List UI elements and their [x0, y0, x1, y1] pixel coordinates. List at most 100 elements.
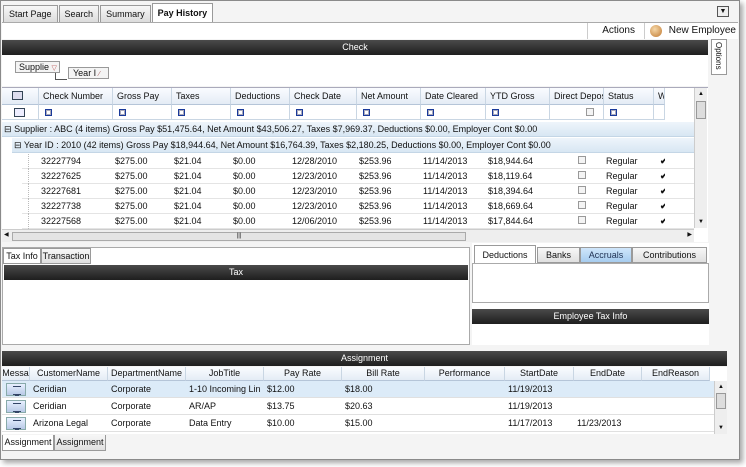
tab-deductions[interactable]: Deductions: [474, 245, 536, 264]
filter-operator-icon[interactable]: [427, 109, 434, 116]
filter-operator-icon[interactable]: [363, 109, 370, 116]
w2-checkmark[interactable]: ✔: [660, 202, 665, 211]
column-header[interactable]: EndDate: [574, 367, 642, 381]
filter-operator-icon[interactable]: [237, 109, 244, 116]
table-cell: 11/14/2013: [423, 201, 468, 211]
group-row-year[interactable]: ⊟ Year ID : 2010 (42 items) Gross Pay $1…: [12, 138, 694, 153]
vertical-scrollbar[interactable]: ▲ ▼: [694, 88, 707, 228]
filter-operator-icon[interactable]: [492, 109, 499, 116]
column-header[interactable]: Net Amount: [357, 88, 421, 105]
column-header[interactable]: Direct Deposit: [550, 88, 604, 105]
column-header[interactable]: Messa: [2, 367, 30, 381]
table-cell: [428, 400, 505, 413]
column-header[interactable]: Date Cleared: [421, 88, 486, 105]
table-cell: 11/14/2013: [423, 186, 468, 196]
message-icon[interactable]: [6, 400, 26, 413]
collapse-icon[interactable]: ⊟: [14, 140, 22, 150]
tab-search[interactable]: Search: [58, 5, 100, 22]
table-cell: 12/23/2010: [292, 171, 338, 181]
filter-cell[interactable]: [172, 105, 231, 120]
column-header[interactable]: Deductions: [231, 88, 290, 105]
filter-cell[interactable]: [604, 105, 654, 120]
table-cell: Regular: [606, 201, 638, 211]
table-cell: 32227738: [41, 201, 82, 211]
assignment-vertical-scrollbar[interactable]: ▲ ▼: [714, 381, 727, 434]
filter-cell[interactable]: [357, 105, 421, 120]
filter-operator-icon[interactable]: [296, 109, 303, 116]
filter-cell[interactable]: [654, 105, 665, 120]
w2-checkmark[interactable]: ✔: [660, 187, 665, 196]
filter-operator-icon[interactable]: [119, 109, 126, 116]
column-header[interactable]: W2: [654, 88, 665, 105]
message-icon[interactable]: [6, 417, 26, 430]
column-header[interactable]: Check Date: [290, 88, 357, 105]
column-header[interactable]: Taxes: [172, 88, 231, 105]
column-header[interactable]: Gross Pay: [113, 88, 172, 105]
filter-cell[interactable]: [421, 105, 486, 120]
column-header[interactable]: JobTitle: [186, 367, 264, 381]
filter-operator-icon[interactable]: [178, 109, 185, 116]
column-header[interactable]: YTD Gross: [486, 88, 550, 105]
group-row-supplier[interactable]: ⊟ Supplier : ABC (4 items) Gross Pay $51…: [2, 122, 694, 137]
tab-contributions[interactable]: Contributions: [632, 247, 707, 263]
tab-assignment-2[interactable]: Assignment: [54, 435, 106, 451]
tab-tax-info[interactable]: Tax Info: [3, 248, 41, 264]
column-header[interactable]: CustomerName: [30, 367, 108, 381]
direct-deposit-checkbox[interactable]: [578, 216, 586, 224]
direct-deposit-checkbox[interactable]: [578, 156, 586, 164]
row-indent: [28, 199, 36, 214]
w2-checkmark[interactable]: ✔: [660, 157, 665, 166]
tab-assignment-1[interactable]: Assignment: [2, 435, 54, 451]
filter-operator-icon[interactable]: [45, 109, 52, 116]
table-cell: [428, 417, 505, 430]
collapse-icon[interactable]: ⊟: [4, 124, 12, 134]
actions-button[interactable]: Actions: [602, 25, 635, 36]
options-side-tab[interactable]: Options: [711, 39, 727, 75]
direct-deposit-checkbox[interactable]: [578, 201, 586, 209]
filter-cell[interactable]: [290, 105, 357, 120]
direct-deposit-checkbox[interactable]: [578, 186, 586, 194]
check-grid: Check Number Gross Pay Taxes Deductions Chec…: [2, 87, 708, 242]
table-cell: $21.04: [174, 186, 202, 196]
column-header[interactable]: Bill Rate: [342, 367, 425, 381]
new-employee-icon[interactable]: [650, 25, 662, 37]
tab-start-page[interactable]: Start Page: [3, 5, 58, 22]
tab-transaction[interactable]: Transaction: [41, 248, 91, 264]
column-header[interactable]: EndReason: [642, 367, 710, 381]
column-header[interactable]: Check Number: [39, 88, 113, 105]
tab-summary[interactable]: Summary: [100, 5, 151, 22]
column-header[interactable]: Pay Rate: [264, 367, 342, 381]
new-employee-button[interactable]: New Employee: [669, 25, 736, 36]
column-header[interactable]: StartDate: [505, 367, 574, 381]
app-window: Start Page Search Summary Pay History ▼ …: [0, 0, 740, 460]
groupby-chip-year[interactable]: Year I ⁄: [68, 67, 109, 79]
table-cell: $18,394.64: [488, 186, 534, 196]
column-header[interactable]: Performance: [425, 367, 505, 381]
tab-accruals[interactable]: Accruals: [580, 247, 632, 263]
filter-cell[interactable]: [486, 105, 550, 120]
corner-filter-icon[interactable]: [2, 105, 39, 120]
filter-cell[interactable]: [39, 105, 113, 120]
filter-operator-icon[interactable]: [610, 109, 617, 116]
right-lower-panel: Deductions Banks Accruals Contributions …: [472, 243, 709, 345]
filter-cell[interactable]: [113, 105, 172, 120]
window-menu-dropdown-icon[interactable]: ▼: [717, 6, 729, 17]
filter-cell[interactable]: [550, 105, 604, 120]
filter-checkbox[interactable]: [586, 108, 594, 116]
table-cell: [577, 400, 642, 413]
w2-checkmark[interactable]: ✔: [660, 217, 665, 226]
filter-cell[interactable]: [231, 105, 290, 120]
horizontal-scrollbar[interactable]: ◀ ||| ▶: [2, 229, 694, 242]
tab-pay-history[interactable]: Pay History: [151, 3, 214, 22]
grid-corner-button[interactable]: [2, 88, 39, 105]
groupby-chip-supplier[interactable]: Supplie ▽: [15, 61, 60, 73]
w2-checkmark[interactable]: ✔: [660, 172, 665, 181]
column-header[interactable]: Status: [604, 88, 654, 105]
column-header[interactable]: DepartmentName: [108, 367, 186, 381]
direct-deposit-checkbox[interactable]: [578, 171, 586, 179]
tab-banks[interactable]: Banks: [537, 247, 580, 263]
table-cell: Ceridian: [33, 384, 67, 394]
message-icon[interactable]: [6, 383, 26, 396]
table-cell: [6, 383, 31, 396]
table-cell: $275.00: [115, 201, 148, 211]
